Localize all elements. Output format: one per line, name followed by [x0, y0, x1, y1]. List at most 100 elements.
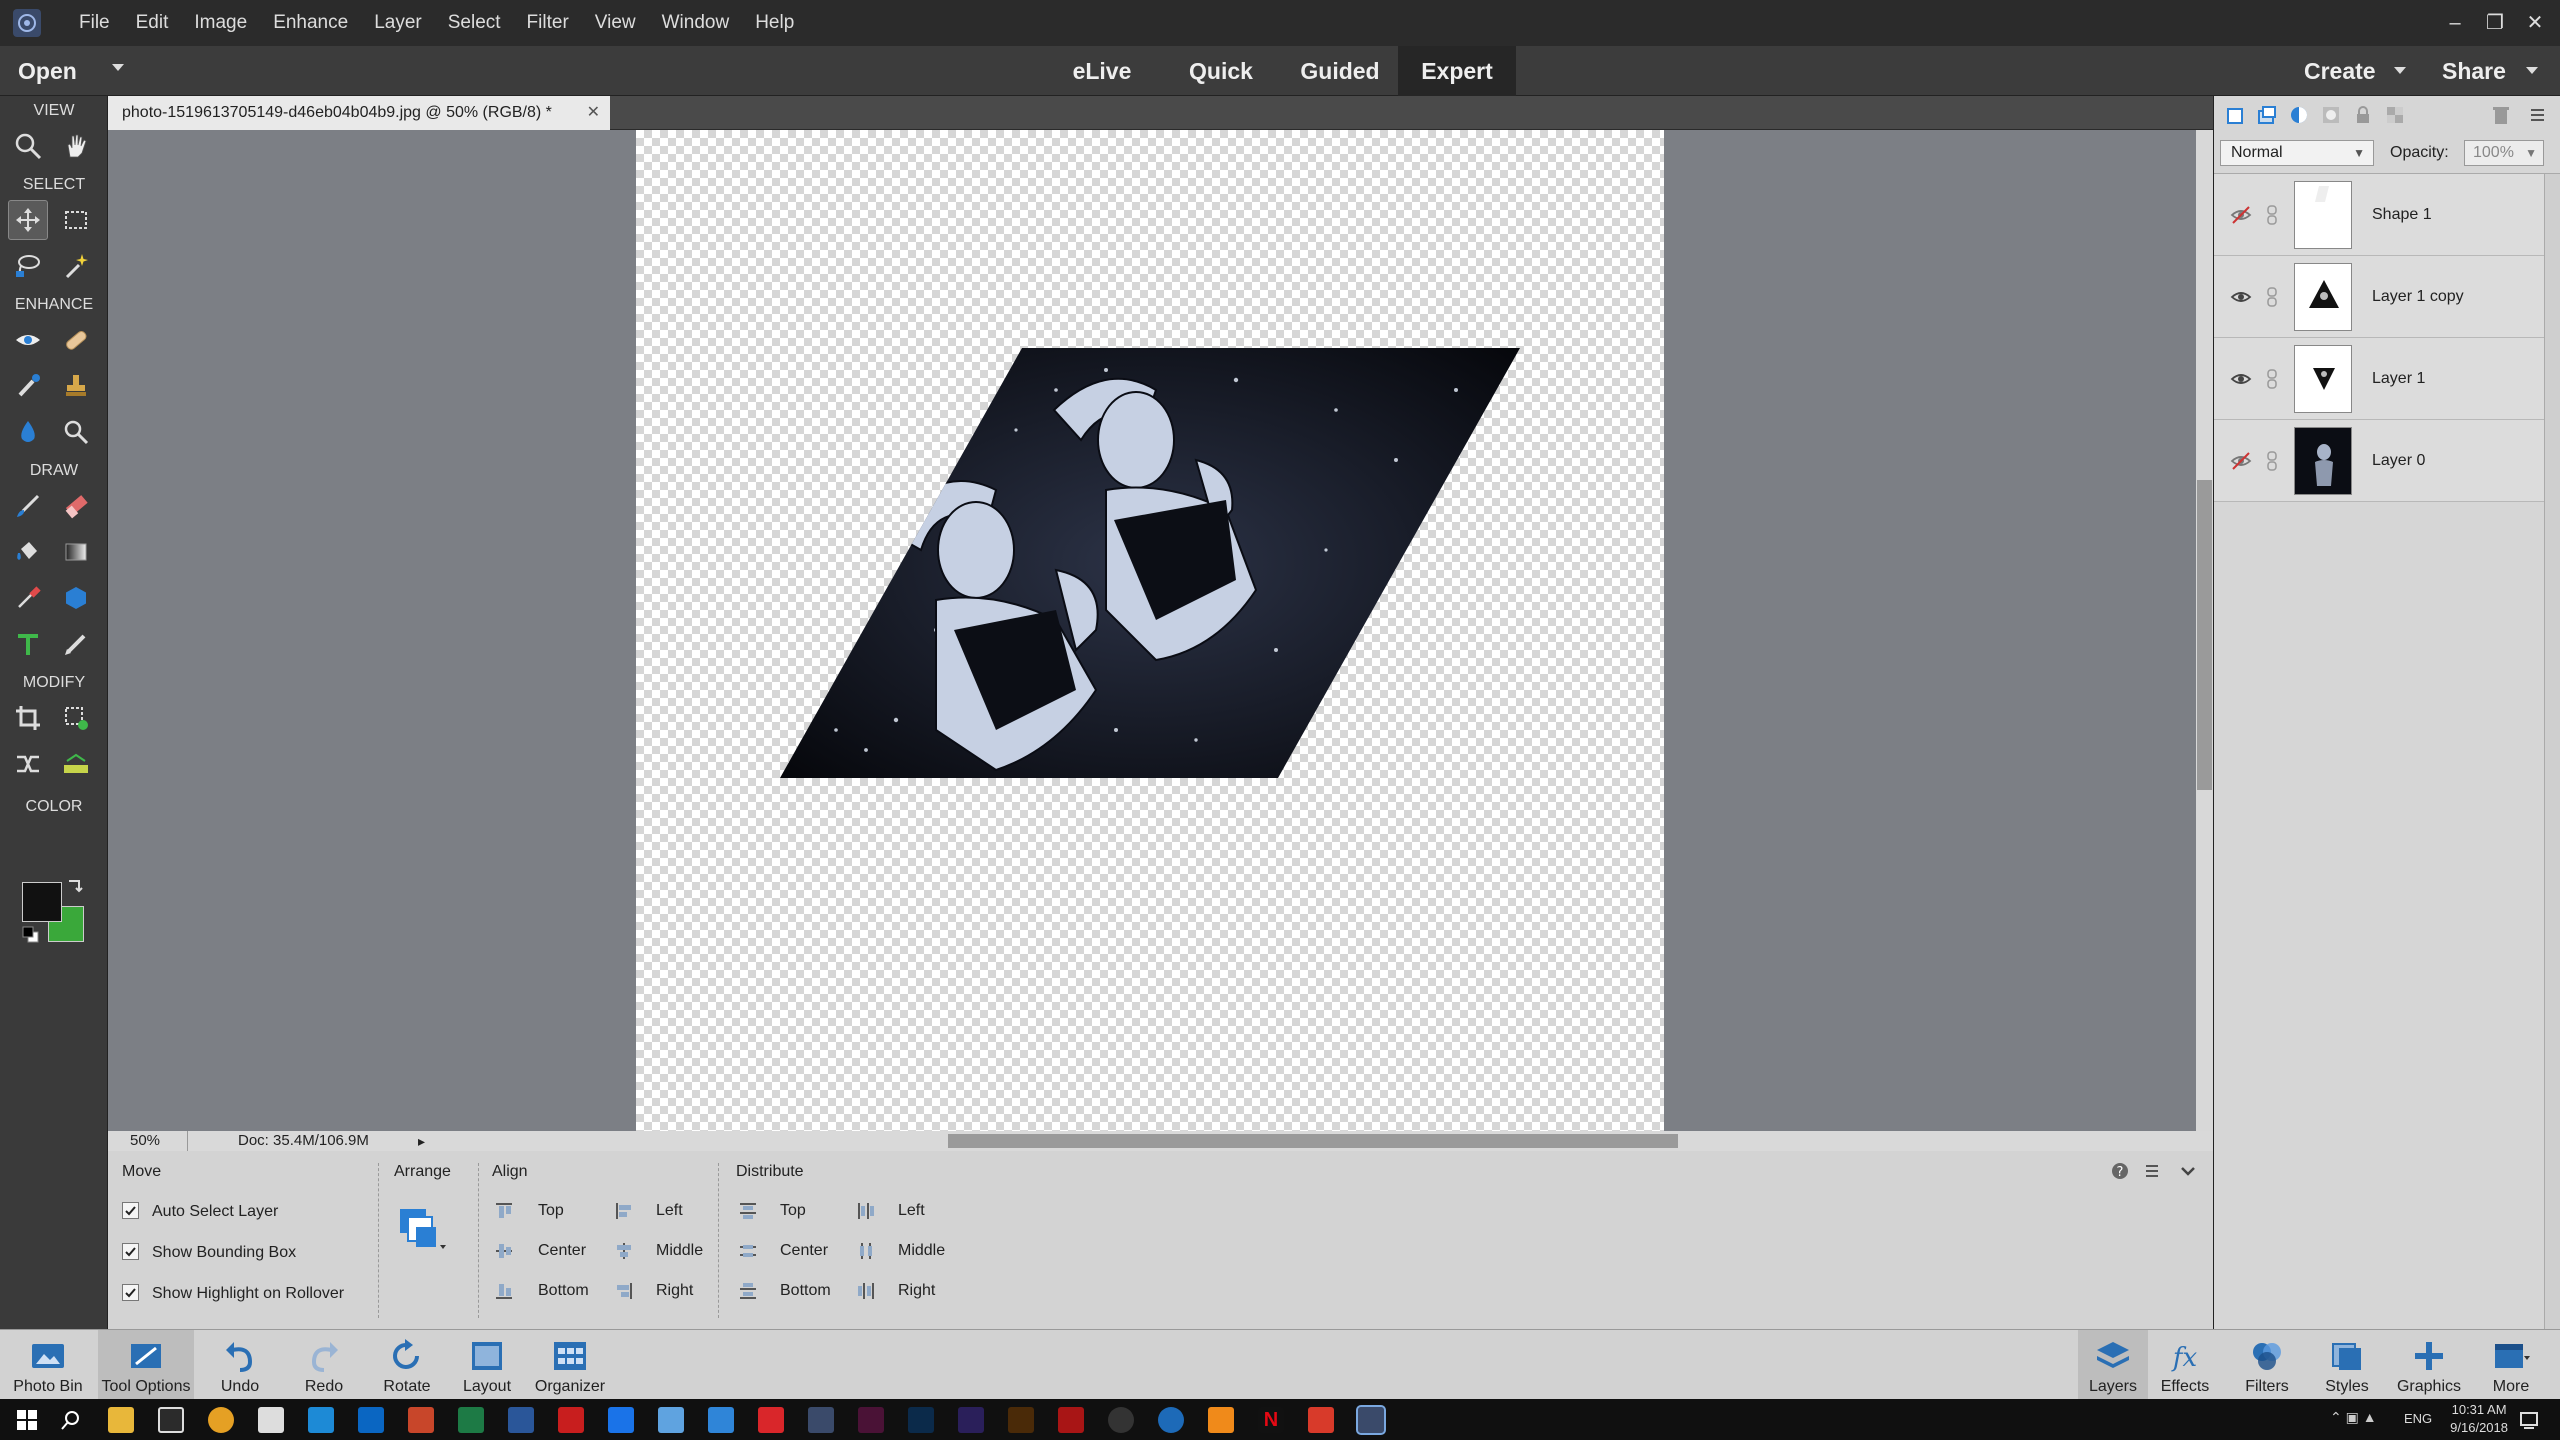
restore-icon[interactable]: ❐ [2478, 8, 2512, 38]
create-dropdown-icon[interactable] [2394, 67, 2406, 74]
layer-row-layer-1-copy[interactable]: Layer 1 copy [2214, 256, 2544, 338]
dropbox-icon[interactable] [608, 1407, 634, 1433]
foreground-color-swatch[interactable] [22, 882, 62, 922]
link-icon[interactable] [2266, 286, 2278, 308]
align-top-label[interactable]: Top [538, 1202, 564, 1220]
menu-view[interactable]: View [582, 0, 649, 46]
collapse-icon[interactable] [2178, 1161, 2198, 1181]
link-icon[interactable] [2266, 204, 2278, 226]
canvas-area[interactable] [108, 130, 2196, 1131]
layers-menu-icon[interactable] [2524, 104, 2546, 126]
organizer-button[interactable]: Organizer [528, 1330, 612, 1400]
create-button[interactable]: Create [2304, 46, 2376, 96]
rotate-button[interactable]: Rotate [374, 1330, 440, 1400]
menu-window[interactable]: Window [649, 0, 743, 46]
effects-button[interactable]: fx Effects [2150, 1330, 2220, 1400]
distribute-left-label[interactable]: Left [898, 1202, 925, 1220]
styles-button[interactable]: Styles [2312, 1330, 2382, 1400]
obs-icon[interactable] [1108, 1407, 1134, 1433]
clone-stamp-icon[interactable] [56, 366, 96, 406]
distribute-right-icon[interactable] [856, 1281, 876, 1301]
paint-bucket-icon[interactable] [8, 532, 48, 572]
zoom-level[interactable]: 50% [108, 1131, 188, 1151]
horizontal-scroll-thumb[interactable] [948, 1134, 1678, 1148]
layer-name[interactable]: Layer 1 [2372, 338, 2425, 420]
adjustment-layer-icon[interactable] [2288, 104, 2310, 126]
opacity-field[interactable]: 100% ▼ [2464, 140, 2544, 166]
lasso-tool-icon[interactable] [8, 246, 48, 286]
more-button[interactable]: More [2476, 1330, 2546, 1400]
graphics-button[interactable]: Graphics [2392, 1330, 2466, 1400]
distribute-top-label[interactable]: Top [780, 1202, 806, 1220]
eyedropper-icon[interactable] [8, 578, 48, 618]
visibility-icon[interactable] [2230, 286, 2252, 308]
content-aware-move-icon[interactable] [8, 744, 48, 784]
open-button[interactable]: Open [18, 46, 77, 96]
illustrator-icon[interactable] [1008, 1407, 1034, 1433]
excel-icon[interactable] [458, 1407, 484, 1433]
align-right-icon[interactable] [614, 1281, 634, 1301]
menu-help[interactable]: Help [742, 0, 807, 46]
align-bottom-label[interactable]: Bottom [538, 1282, 589, 1300]
menu-select[interactable]: Select [435, 0, 514, 46]
align-middle-label[interactable]: Middle [656, 1242, 703, 1260]
share-button[interactable]: Share [2442, 46, 2506, 96]
word-icon[interactable] [508, 1407, 534, 1433]
menu-filter[interactable]: Filter [514, 0, 582, 46]
layer-name[interactable]: Shape 1 [2372, 174, 2432, 256]
link-icon[interactable] [2266, 450, 2278, 472]
photoshop-icon[interactable] [908, 1407, 934, 1433]
visibility-icon[interactable] [2230, 368, 2252, 390]
tab-elive[interactable]: eLive [1062, 46, 1142, 96]
align-left-label[interactable]: Left [656, 1202, 683, 1220]
default-colors-icon[interactable] [22, 926, 40, 944]
eraser-tool-icon[interactable] [56, 486, 96, 526]
taskbar-search-icon[interactable] [60, 1409, 82, 1431]
windows-start-icon[interactable] [16, 1409, 38, 1431]
distribute-center-label[interactable]: Center [780, 1242, 828, 1260]
swap-colors-icon[interactable] [66, 876, 84, 894]
indesign-icon[interactable] [858, 1407, 884, 1433]
distribute-center-icon[interactable] [738, 1241, 758, 1261]
language-indicator[interactable]: ENG [2404, 1411, 2432, 1426]
link-icon[interactable] [2266, 368, 2278, 390]
delete-layer-icon[interactable] [2490, 104, 2512, 126]
filezilla-icon[interactable] [758, 1407, 784, 1433]
chrome-icon[interactable] [208, 1407, 234, 1433]
redo-button[interactable]: Redo [292, 1330, 356, 1400]
lock-transparency-icon[interactable] [2384, 104, 2406, 126]
opacity-dropdown-icon[interactable]: ▼ [2525, 141, 2537, 165]
show-highlight-checkbox[interactable] [122, 1284, 139, 1301]
netflix-icon[interactable]: N [1258, 1407, 1284, 1433]
type-tool-icon[interactable] [8, 624, 48, 664]
close-icon[interactable]: ✕ [2518, 8, 2552, 38]
options-menu-icon[interactable] [2140, 1161, 2160, 1181]
close-tab-icon[interactable]: ✕ [587, 96, 600, 130]
onedrive-icon[interactable] [708, 1407, 734, 1433]
distribute-middle-label[interactable]: Middle [898, 1242, 945, 1260]
layers-scrollbar[interactable] [2544, 174, 2560, 1329]
tab-quick[interactable]: Quick [1176, 46, 1266, 96]
move-tool-icon[interactable] [8, 200, 48, 240]
document-canvas[interactable] [636, 130, 1664, 1131]
layer-row-shape-1[interactable]: Shape 1 [2214, 174, 2544, 256]
blend-mode-select[interactable]: Normal ▼ [2220, 140, 2374, 166]
layout-button[interactable]: Layout [456, 1330, 518, 1400]
layer-row-layer-1[interactable]: Layer 1 [2214, 338, 2544, 420]
notepad-icon[interactable] [658, 1407, 684, 1433]
distribute-left-icon[interactable] [856, 1201, 876, 1221]
tool-options-button[interactable]: Tool Options [98, 1330, 194, 1400]
crop-tool-icon[interactable] [8, 698, 48, 738]
share-dropdown-icon[interactable] [2526, 67, 2538, 74]
layer-name[interactable]: Layer 0 [2372, 420, 2425, 502]
premiere-icon[interactable] [958, 1407, 984, 1433]
minimize-icon[interactable]: – [2438, 8, 2472, 38]
status-menu-arrow-icon[interactable]: ▸ [418, 1133, 425, 1150]
undo-button[interactable]: Undo [208, 1330, 272, 1400]
tab-expert[interactable]: Expert [1398, 46, 1516, 96]
visibility-hidden-icon[interactable] [2230, 204, 2252, 226]
photoshop-elements-taskbar-icon[interactable] [1356, 1405, 1386, 1435]
menu-file[interactable]: File [66, 0, 123, 46]
red-eye-tool-icon[interactable] [8, 320, 48, 360]
align-bottom-icon[interactable] [494, 1281, 514, 1301]
